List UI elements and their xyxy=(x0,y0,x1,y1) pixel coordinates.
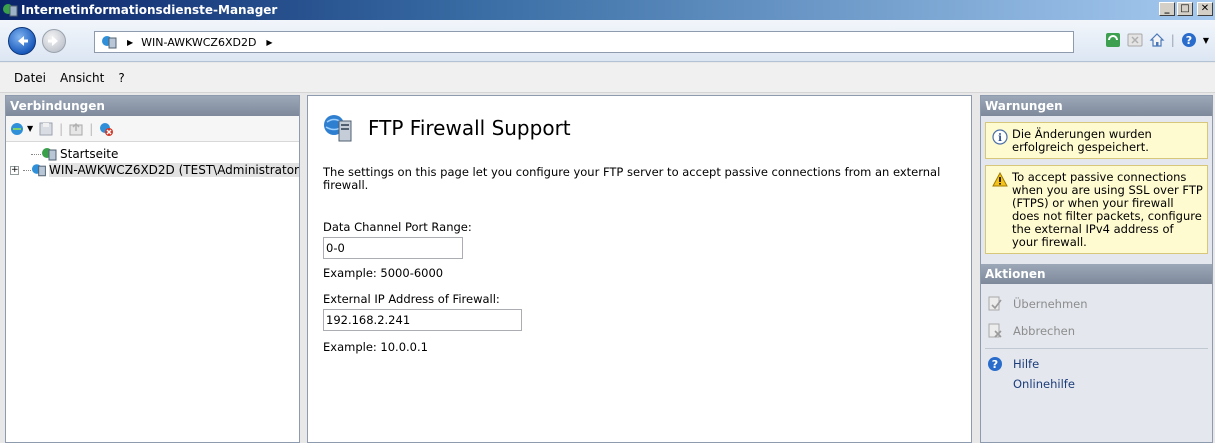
tree-item-startseite[interactable]: Startseite xyxy=(6,146,299,162)
breadcrumb-separator-icon[interactable]: ▶ xyxy=(127,38,133,47)
cancel-icon xyxy=(988,323,1002,338)
tree-connector xyxy=(23,169,31,171)
chevron-down-icon[interactable]: ▼ xyxy=(27,124,33,133)
tree-item-server[interactable]: + WIN-AWKWCZ6XD2D (TEST\Administrator xyxy=(6,162,299,178)
actions-panel: Warnungen i Die Änderungen wurden erfolg… xyxy=(980,95,1213,443)
warning-alert: To accept passive connections when you a… xyxy=(985,165,1208,254)
svg-text:i: i xyxy=(998,133,1002,144)
port-range-input[interactable] xyxy=(323,237,463,259)
server-icon xyxy=(102,36,117,49)
menu-ansicht[interactable]: Ansicht xyxy=(60,71,104,85)
warning-alert-text: To accept passive connections when you a… xyxy=(1012,170,1203,249)
menu-datei[interactable]: Datei xyxy=(14,71,46,85)
refresh-icon[interactable] xyxy=(1105,32,1121,48)
actions-divider xyxy=(985,348,1208,349)
alerts-header: Warnungen xyxy=(981,96,1212,116)
window-title: Internetinformationsdienste-Manager xyxy=(21,3,278,17)
toolbar-separator: | xyxy=(89,121,94,136)
online-help-link[interactable]: Onlinehilfe xyxy=(981,375,1212,393)
apply-icon xyxy=(988,296,1002,310)
help-action[interactable]: ? Hilfe xyxy=(981,353,1212,375)
tree-item-label: Startseite xyxy=(60,147,119,161)
save-icon[interactable] xyxy=(38,121,54,137)
connections-tree: Startseite + WIN-AWKWCZ6XD2D (TEST\Admin… xyxy=(6,142,299,178)
maximize-button[interactable]: □ xyxy=(1177,2,1193,16)
home-icon[interactable] xyxy=(1149,32,1165,48)
breadcrumb-separator-icon[interactable]: ▶ xyxy=(266,38,272,47)
title-bar: Internetinformationsdienste-Manager _ □ … xyxy=(0,0,1215,20)
help-label: Hilfe xyxy=(1013,357,1040,371)
disconnect-icon[interactable] xyxy=(98,121,114,137)
info-alert: i Die Änderungen wurden erfolgreich gesp… xyxy=(985,122,1208,159)
iis-manager-icon xyxy=(3,4,18,17)
svg-text:?: ? xyxy=(992,358,998,371)
stop-icon[interactable] xyxy=(1127,32,1143,48)
info-alert-text: Die Änderungen wurden erfolgreich gespei… xyxy=(1012,127,1152,154)
port-range-label: Data Channel Port Range: xyxy=(323,220,472,234)
actions-header: Aktionen xyxy=(981,264,1212,284)
help-icon[interactable]: ? xyxy=(1181,32,1197,48)
tree-item-label: WIN-AWKWCZ6XD2D (TEST\Administrator xyxy=(49,163,299,177)
info-icon: i xyxy=(992,129,1008,145)
breadcrumb-server[interactable]: WIN-AWKWCZ6XD2D xyxy=(141,36,256,49)
port-range-example: Example: 5000-6000 xyxy=(323,266,444,280)
svg-text:?: ? xyxy=(1186,34,1192,47)
chevron-down-icon[interactable]: ▼ xyxy=(1203,36,1209,45)
cancel-action[interactable]: Abbrechen xyxy=(981,317,1212,344)
arrow-right-icon xyxy=(48,36,58,46)
apply-action[interactable]: Übernehmen xyxy=(981,290,1212,317)
external-ip-label: External IP Address of Firewall: xyxy=(323,292,500,306)
up-icon[interactable] xyxy=(68,121,84,137)
external-ip-input[interactable] xyxy=(323,309,522,331)
connections-header: Verbindungen xyxy=(6,96,299,116)
start-page-icon xyxy=(42,148,57,161)
feature-panel: FTP Firewall Support The settings on thi… xyxy=(307,95,972,443)
forward-button[interactable] xyxy=(42,29,66,53)
expand-icon[interactable]: + xyxy=(10,165,19,175)
page-description: The settings on this page let you config… xyxy=(323,165,941,192)
external-ip-example: Example: 10.0.0.1 xyxy=(323,340,428,354)
cancel-label: Abbrechen xyxy=(1013,323,1075,338)
connections-toolbar: ▼ | | xyxy=(6,116,299,142)
menu-bar: Datei Ansicht ? xyxy=(0,63,1215,93)
page-title: FTP Firewall Support xyxy=(368,116,571,140)
connections-panel: Verbindungen ▼ | | Startseite + WIN-AWKW… xyxy=(5,95,300,443)
server-icon xyxy=(31,164,46,177)
address-path[interactable]: ▶ WIN-AWKWCZ6XD2D ▶ xyxy=(94,31,1074,53)
address-bar: ▶ WIN-AWKWCZ6XD2D ▶ | ? ▼ xyxy=(0,20,1215,62)
tree-connector xyxy=(31,153,41,155)
close-button[interactable]: ✕ xyxy=(1197,2,1213,16)
connect-icon[interactable] xyxy=(10,121,26,137)
warning-icon xyxy=(992,172,1008,187)
arrow-left-icon xyxy=(18,36,28,46)
menu-help[interactable]: ? xyxy=(118,71,124,85)
back-button[interactable] xyxy=(8,27,36,55)
toolbar-separator: | xyxy=(59,121,64,136)
help-icon: ? xyxy=(988,357,1002,371)
apply-label: Übernehmen xyxy=(1013,296,1088,311)
minimize-button[interactable]: _ xyxy=(1159,2,1175,16)
ftp-firewall-icon xyxy=(324,115,352,142)
